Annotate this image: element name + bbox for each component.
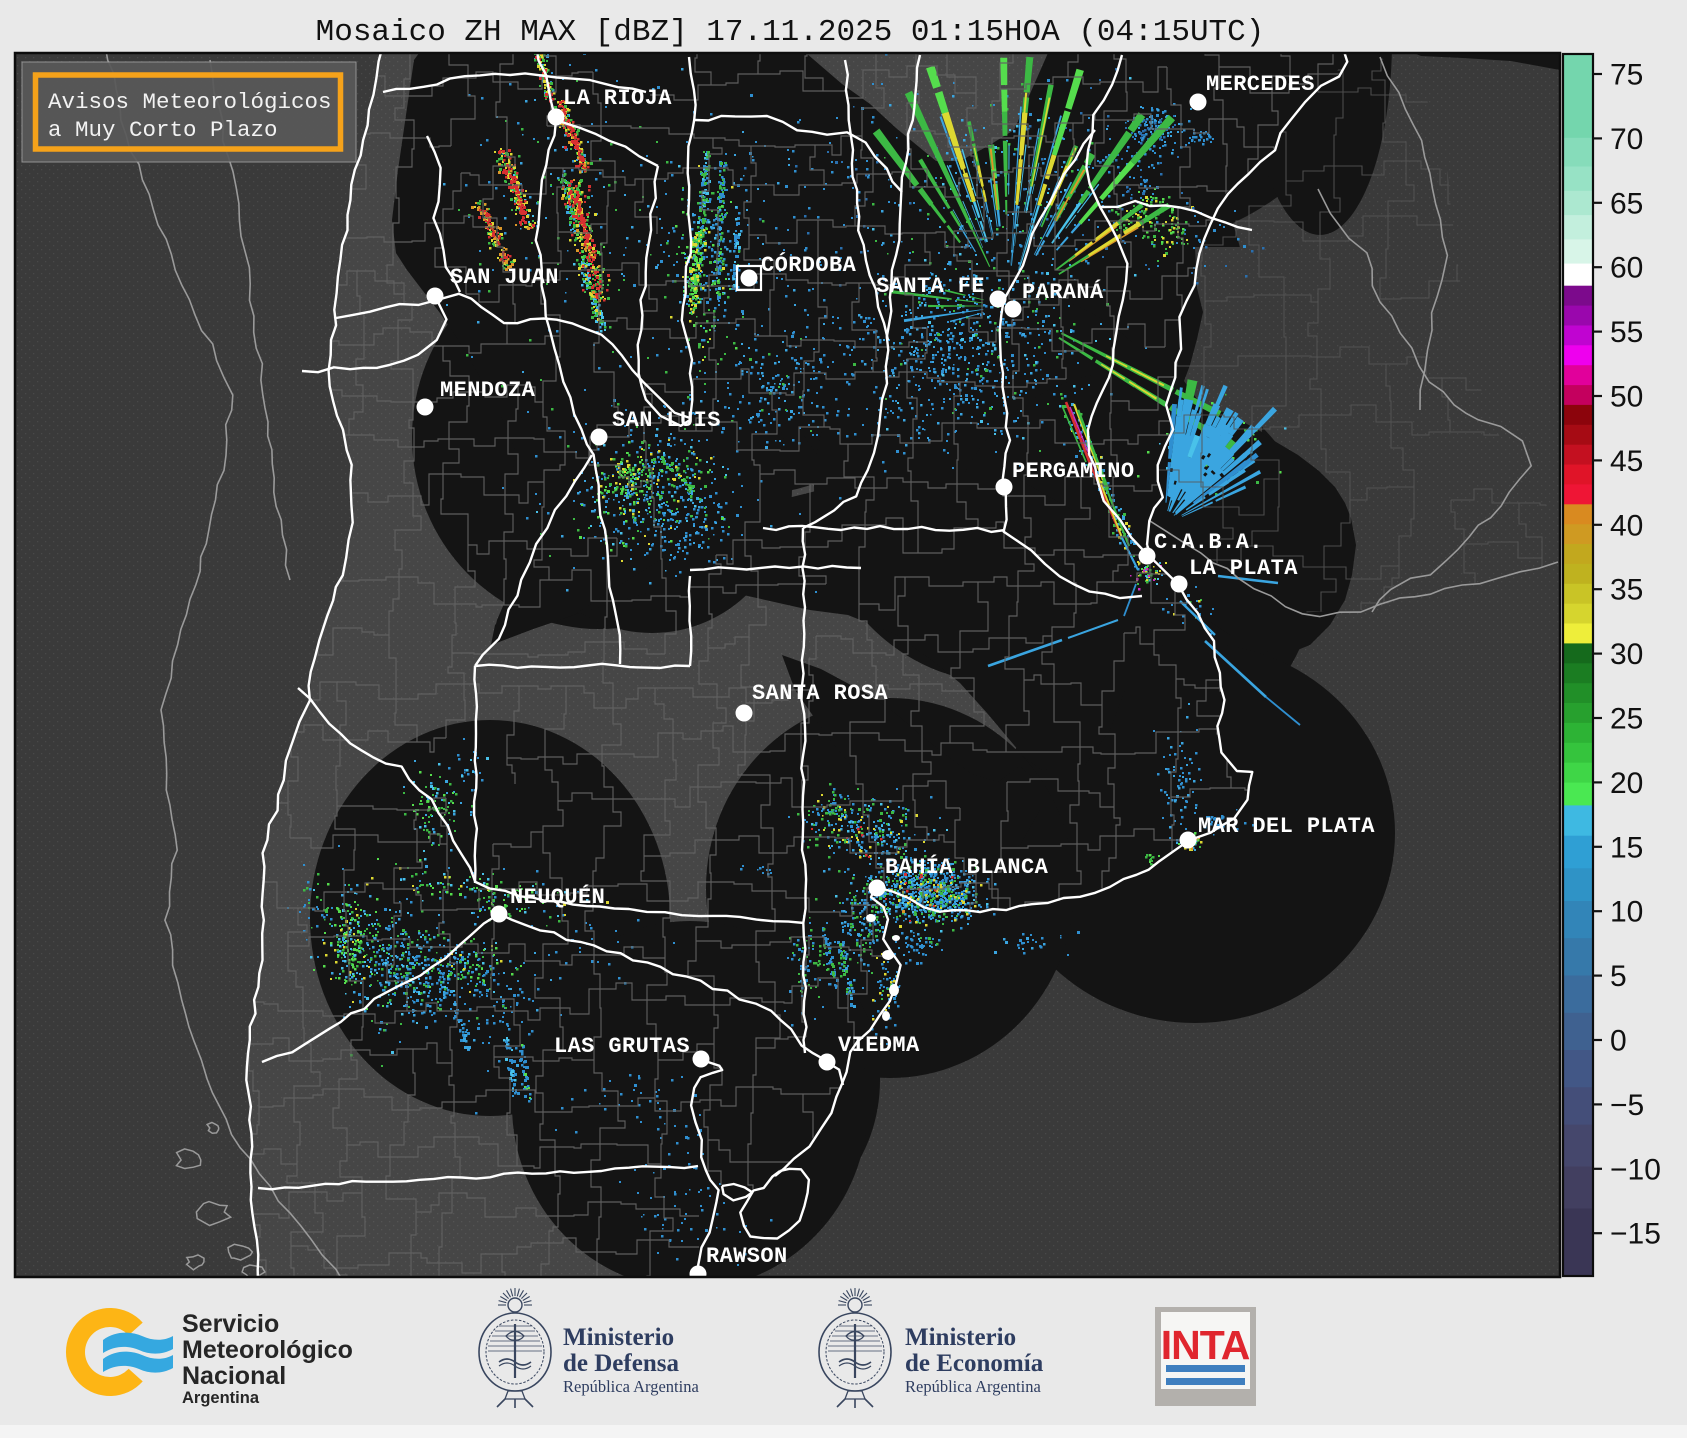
svg-text:CÓRDOBA: CÓRDOBA [761,252,857,278]
svg-text:PERGAMINO: PERGAMINO [1012,459,1134,484]
svg-text:−15: −15 [1610,1218,1661,1251]
svg-text:70: 70 [1610,123,1643,156]
svg-text:MENDOZA: MENDOZA [440,378,536,403]
svg-text:Ministerio: Ministerio [905,1324,1016,1351]
svg-text:65: 65 [1610,187,1643,220]
svg-text:NEUQUÉN: NEUQUÉN [510,884,605,910]
svg-text:45: 45 [1610,445,1643,478]
svg-text:25: 25 [1610,703,1643,736]
svg-text:10: 10 [1610,896,1643,929]
svg-text:35: 35 [1610,574,1643,607]
svg-text:C.A.B.A.: C.A.B.A. [1154,530,1263,555]
svg-text:40: 40 [1610,509,1643,542]
svg-text:LAS GRUTAS: LAS GRUTAS [554,1034,690,1059]
svg-text:Avisos Meteorológicos: Avisos Meteorológicos [48,89,332,115]
svg-text:Nacional: Nacional [182,1362,286,1390]
svg-text:60: 60 [1610,252,1643,285]
svg-text:PARANÁ: PARANÁ [1022,279,1104,305]
svg-text:−5: −5 [1610,1089,1644,1122]
svg-text:de Defensa: de Defensa [563,1350,679,1377]
svg-text:MERCEDES: MERCEDES [1206,72,1315,97]
svg-text:0: 0 [1610,1025,1627,1058]
svg-text:a Muy Corto Plazo: a Muy Corto Plazo [48,117,278,143]
svg-text:Argentina: Argentina [182,1389,260,1407]
svg-text:SANTA FE: SANTA FE [876,274,985,299]
svg-text:BAHÍA BLANCA: BAHÍA BLANCA [885,854,1049,880]
svg-text:−10: −10 [1610,1153,1661,1186]
svg-text:20: 20 [1610,767,1643,800]
svg-text:LA PLATA: LA PLATA [1189,556,1298,581]
svg-text:SAN LUIS: SAN LUIS [612,408,721,433]
svg-text:RAWSON: RAWSON [706,1244,788,1269]
svg-text:Servicio: Servicio [182,1310,279,1338]
svg-text:Ministerio: Ministerio [563,1324,674,1351]
svg-text:República Argentina: República Argentina [905,1377,1041,1396]
svg-text:INTA: INTA [1161,1322,1250,1368]
svg-text:MAR DEL PLATA: MAR DEL PLATA [1198,814,1375,839]
svg-text:30: 30 [1610,638,1643,671]
svg-text:Mosaico ZH MAX [dBZ] 17.11.202: Mosaico ZH MAX [dBZ] 17.11.2025 01:15HOA… [316,15,1265,50]
svg-text:SANTA ROSA: SANTA ROSA [752,681,888,706]
svg-text:VIEDMA: VIEDMA [838,1033,920,1058]
svg-text:5: 5 [1610,960,1627,993]
svg-text:LA RIOJA: LA RIOJA [563,86,672,111]
svg-text:55: 55 [1610,316,1643,349]
svg-text:15: 15 [1610,831,1643,864]
svg-text:50: 50 [1610,381,1643,414]
svg-text:Meteorológico: Meteorológico [182,1336,353,1364]
svg-text:75: 75 [1610,59,1643,92]
svg-text:República Argentina: República Argentina [563,1377,699,1396]
svg-text:de Economía: de Economía [905,1350,1044,1377]
svg-text:SAN JUAN: SAN JUAN [450,265,559,290]
